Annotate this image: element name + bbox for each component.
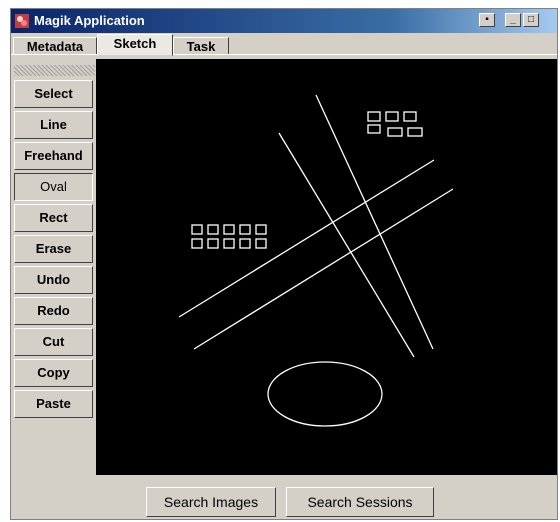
tool-label: Undo: [36, 272, 71, 287]
tab-task[interactable]: Task: [173, 37, 229, 55]
minimize-button[interactable]: _: [505, 13, 521, 27]
search-images-button[interactable]: Search Images: [146, 487, 276, 517]
copy-button[interactable]: Copy: [14, 359, 93, 387]
redo-button[interactable]: Redo: [14, 297, 93, 325]
sketch-rect: [385, 111, 399, 122]
sketch-rect: [207, 238, 219, 249]
tool-label: Erase: [35, 241, 72, 256]
sketch-panel: Select Line Freehand Oval Rect Erase Und…: [11, 54, 557, 520]
tool-label: Paste: [36, 396, 71, 411]
tab-label: Task: [186, 39, 216, 54]
sketch-rect: [191, 224, 203, 235]
tool-label: Oval: [40, 179, 67, 194]
sketch-line: [193, 188, 454, 350]
button-label: Search Sessions: [307, 494, 413, 510]
line-tool-button[interactable]: Line: [14, 111, 93, 139]
tab-label: Metadata: [26, 39, 84, 54]
sketch-rect: [387, 127, 403, 137]
sketch-canvas[interactable]: [96, 59, 557, 475]
sketch-rect: [223, 224, 235, 235]
tab-label: Sketch: [113, 36, 157, 51]
minimize-icon: _: [510, 14, 516, 25]
sketch-rect: [403, 111, 417, 122]
title-bar[interactable]: Magik Application ▪ _ □: [11, 9, 557, 33]
undo-button[interactable]: Undo: [14, 266, 93, 294]
freehand-tool-button[interactable]: Freehand: [14, 142, 93, 170]
tab-bar: Metadata Sketch Task: [11, 33, 557, 56]
tab-sketch[interactable]: Sketch: [97, 34, 173, 56]
tool-label: Copy: [37, 365, 70, 380]
tool-label: Rect: [39, 210, 68, 225]
sketch-rect: [255, 224, 267, 235]
restore-icon: ▪: [485, 14, 489, 25]
tab-metadata[interactable]: Metadata: [13, 37, 97, 55]
app-icon: [15, 14, 29, 28]
sketch-line: [278, 132, 415, 358]
rect-tool-button[interactable]: Rect: [14, 204, 93, 232]
window-title: Magik Application: [34, 13, 145, 28]
tool-label: Redo: [37, 303, 70, 318]
toolbar-grip[interactable]: [14, 65, 95, 76]
restore-button[interactable]: ▪: [479, 13, 495, 27]
erase-tool-button[interactable]: Erase: [14, 235, 93, 263]
sketch-rect: [207, 224, 219, 235]
sketch-rect: [367, 111, 381, 122]
sketch-rect: [239, 224, 251, 235]
button-label: Search Images: [163, 494, 259, 510]
select-tool-button[interactable]: Select: [14, 80, 93, 108]
tool-label: Line: [40, 117, 67, 132]
search-sessions-button[interactable]: Search Sessions: [286, 487, 434, 517]
sketch-rect: [191, 238, 203, 249]
tool-label: Cut: [42, 334, 65, 349]
cut-button[interactable]: Cut: [14, 328, 93, 356]
sketch-rect: [407, 127, 423, 137]
maximize-button[interactable]: □: [523, 13, 539, 27]
app-window: Magik Application ▪ _ □ Metadata Sketch …: [10, 8, 558, 520]
sketch-rect: [239, 238, 251, 249]
search-bar: Search Images Search Sessions: [11, 481, 557, 521]
tool-label: Select: [34, 86, 73, 101]
oval-tool-button[interactable]: Oval: [14, 173, 93, 201]
paste-button[interactable]: Paste: [14, 390, 93, 418]
sketch-rect: [367, 124, 381, 134]
sketch-oval: [267, 361, 383, 427]
maximize-icon: □: [527, 14, 535, 25]
tool-label: Freehand: [24, 148, 83, 163]
sketch-rect: [223, 238, 235, 249]
sketch-rect: [255, 238, 267, 249]
